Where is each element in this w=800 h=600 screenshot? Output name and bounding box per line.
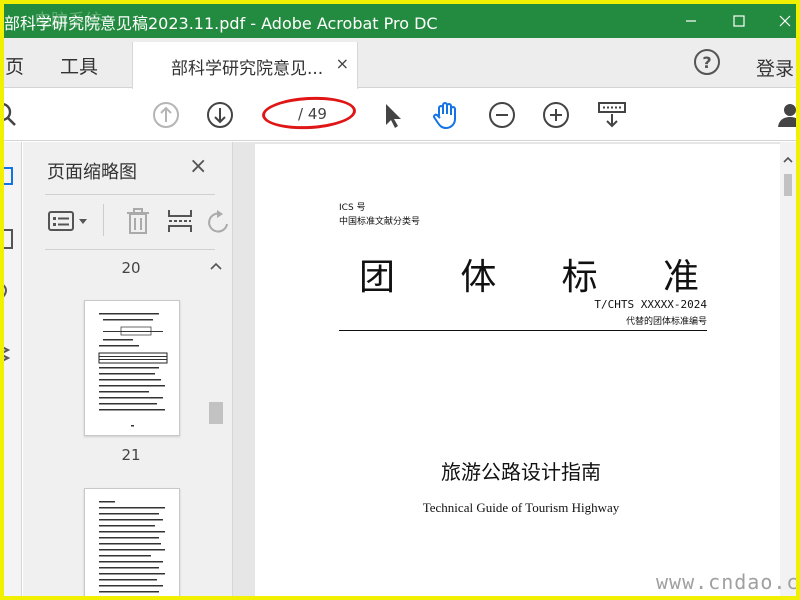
left-tool-rail	[4, 142, 22, 596]
document-view: ICS 号 中国标准文献分类号 团 体 标 准 T/CHTS XXXXX-202…	[233, 142, 796, 596]
standard-code: T/CHTS XXXXX-2024	[594, 298, 707, 311]
tab-document[interactable]: 部科学研究院意见... ×	[132, 42, 358, 89]
pdf-page: ICS 号 中国标准文献分类号 团 体 标 准 T/CHTS XXXXX-202…	[255, 144, 787, 596]
thumbnail-preview	[99, 501, 165, 593]
standard-code-note: 代替的团体标准编号	[625, 317, 707, 327]
toolbar-divider	[103, 204, 104, 236]
tab-tools[interactable]: 工具	[60, 52, 98, 79]
thumbnail-rail-icon[interactable]	[4, 166, 16, 188]
page-thumbnails-panel: 页面缩略图 × 20 21	[23, 142, 233, 596]
account-icon[interactable]	[774, 99, 796, 131]
page-total: / 49	[298, 105, 327, 123]
heading-char: 体	[460, 257, 497, 298]
close-icon	[779, 15, 791, 27]
thumbnail-preview	[98, 313, 168, 427]
minimize-button[interactable]	[668, 4, 714, 38]
thumbnail-scrollbar[interactable]	[205, 258, 223, 596]
tab-bar: 主页 工具 部科学研究院意见... × ? 登录	[4, 38, 796, 89]
panel-divider	[45, 194, 215, 195]
document-title-en: Technical Guide of Tourism Highway	[422, 500, 620, 515]
page-number-box: / 49	[270, 102, 346, 126]
close-tab-icon[interactable]: ×	[336, 54, 349, 73]
prev-page-icon[interactable]	[150, 99, 182, 131]
tab-home[interactable]: 主页	[4, 52, 24, 79]
standard-heading: 团 体 标 准	[359, 248, 699, 300]
options-menu-icon[interactable]	[47, 206, 93, 236]
page-number-input[interactable]	[276, 104, 292, 124]
layers-rail-icon[interactable]	[4, 342, 16, 364]
next-page-icon[interactable]	[204, 99, 236, 131]
title-bar: 电脑系统 部科学研究院意见稿2023.11.pdf - Adobe Acroba…	[4, 4, 796, 38]
ics-number: ICS 号	[339, 203, 366, 213]
heading-char: 准	[662, 257, 699, 298]
thumbnail-label: 21	[121, 446, 141, 464]
classification-number: 中国标准文献分类号	[339, 217, 421, 227]
document-scroll-thumb[interactable]	[784, 174, 792, 196]
zoom-in-icon[interactable]	[540, 99, 572, 131]
heading-char: 标	[561, 257, 598, 298]
zoom-out-icon[interactable]	[486, 99, 518, 131]
maximize-icon	[733, 15, 745, 27]
thumbnail-page-21[interactable]	[84, 300, 180, 436]
delete-icon[interactable]	[123, 206, 153, 236]
fit-page-icon[interactable]	[596, 99, 628, 131]
window-title: 部科学研究院意见稿2023.11.pdf - Adobe Acrobat Pro…	[4, 14, 438, 33]
select-arrow-icon[interactable]	[376, 99, 408, 131]
minimize-icon	[686, 20, 696, 22]
search-icon[interactable]	[4, 99, 22, 131]
bookmark-rail-icon[interactable]	[4, 228, 16, 250]
main-toolbar: / 49	[4, 89, 796, 141]
hand-tool-icon[interactable]	[430, 99, 462, 131]
scroll-up-icon[interactable]	[209, 260, 223, 272]
attachment-rail-icon[interactable]	[4, 280, 16, 302]
panel-title: 页面缩略图	[47, 162, 137, 183]
thumbnail-page-22[interactable]	[84, 488, 180, 596]
scroll-up-icon[interactable]	[782, 154, 794, 166]
insert-page-icon[interactable]	[165, 206, 195, 236]
close-panel-icon[interactable]: ×	[189, 154, 207, 179]
thumbnail-label: 20	[121, 259, 141, 277]
acrobat-window: 电脑系统 部科学研究院意见稿2023.11.pdf - Adobe Acroba…	[4, 4, 796, 596]
maximize-button[interactable]	[716, 4, 762, 38]
heading-rule	[339, 330, 707, 331]
thumbnail-scroll-thumb[interactable]	[209, 402, 223, 424]
close-window-button[interactable]	[762, 4, 796, 38]
document-title-cn: 旅游公路设计指南	[441, 460, 601, 484]
site-watermark: www.cndao.com	[656, 570, 796, 594]
panel-divider	[45, 249, 215, 250]
login-button[interactable]: 登录	[756, 54, 794, 81]
rotate-icon[interactable]	[203, 206, 233, 236]
document-tab-label: 部科学研究院意见...	[171, 59, 324, 79]
help-icon[interactable]: ?	[694, 49, 720, 75]
heading-char: 团	[359, 257, 396, 298]
document-scrollbar[interactable]	[780, 142, 796, 596]
